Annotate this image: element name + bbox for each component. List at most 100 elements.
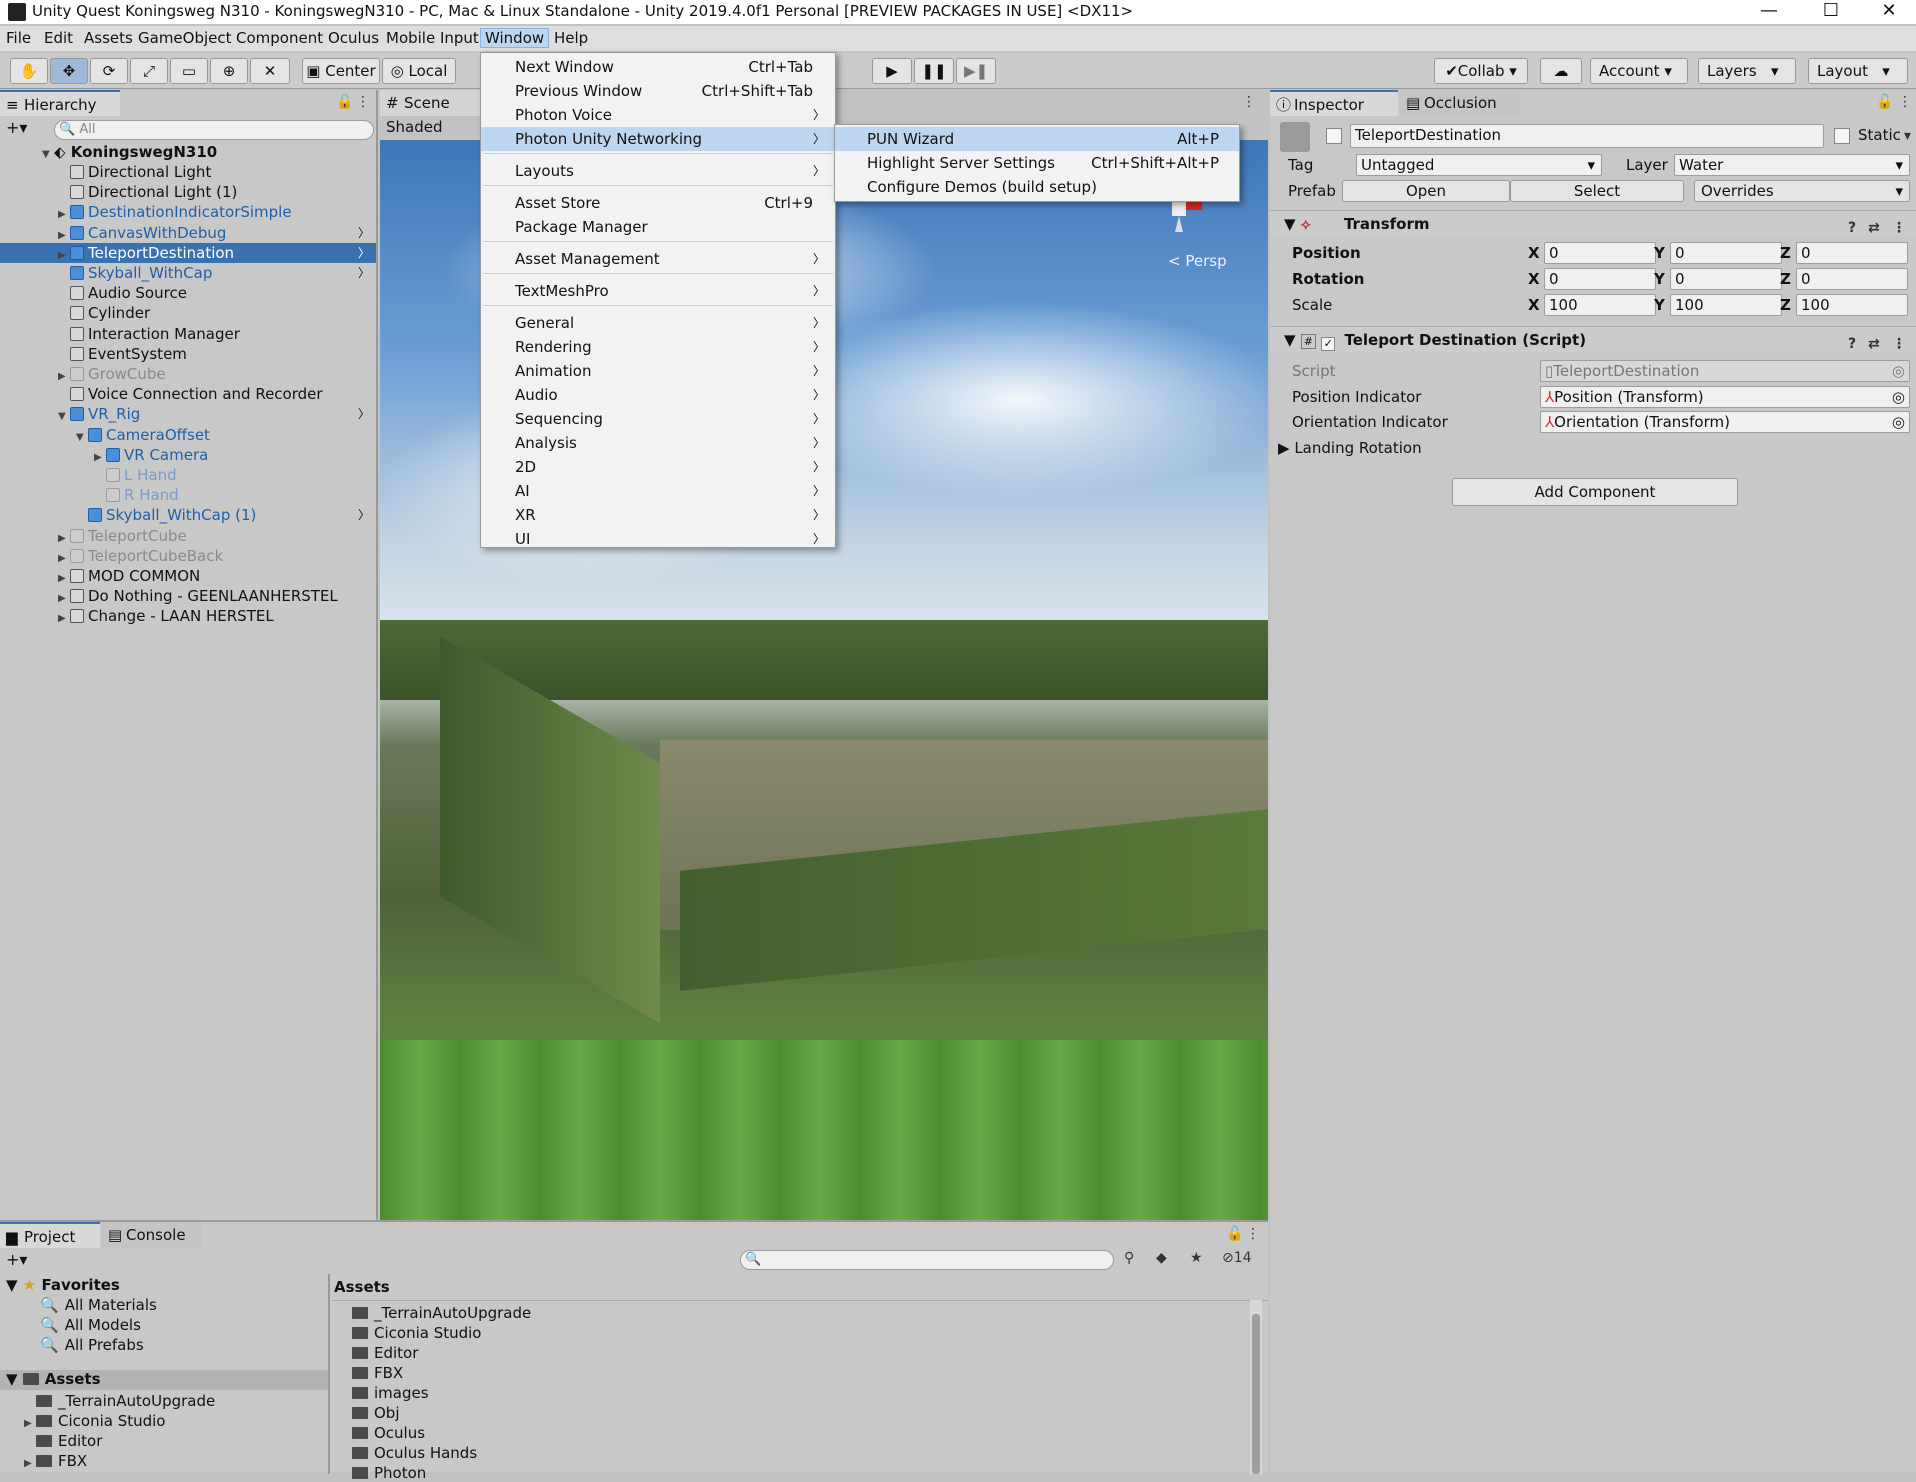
filter-type-icon[interactable]: ⚲ [1124,1250,1134,1266]
pos-z-field[interactable]: 0 [1796,242,1908,264]
move-tool-icon[interactable]: ✥ [50,58,88,84]
asset-folder-item[interactable]: FBX [352,1364,403,1382]
create-button[interactable]: +▾ [6,118,27,137]
position-indicator-field[interactable]: ⅄Position (Transform) ◎ [1540,386,1910,408]
help-icon[interactable]: ? [1848,331,1856,357]
kebab-menu-icon[interactable]: ⋮ [356,94,370,110]
assets-tree-item[interactable]: ▶ Ciconia Studio [24,1412,165,1430]
create-button[interactable]: +▾ [6,1250,27,1269]
prefab-overrides-dropdown[interactable]: Overrides ▾ [1694,180,1910,202]
scrollbar-thumb[interactable] [1252,1314,1260,1474]
pos-y-field[interactable]: 0 [1670,242,1782,264]
foldout-arrow-icon[interactable]: ▼ [1284,331,1296,349]
hierarchy-item[interactable]: Audio Source [0,283,376,303]
target-icon[interactable]: ◎ [1892,412,1905,432]
minimize-icon[interactable]: — [1746,0,1792,24]
menu-help[interactable]: Help [554,29,588,47]
pos-x-field[interactable]: 0 [1544,242,1656,264]
assets-tree-item[interactable]: _TerrainAutoUpgrade [24,1392,215,1410]
hierarchy-item[interactable]: ▶ GrowCube [0,364,376,384]
hierarchy-item[interactable]: ▶ TeleportCubeBack [0,546,376,566]
chevron-right-icon[interactable]: 〉 [358,505,370,525]
window-menu-item[interactable]: Package Manager [481,215,835,239]
window-menu-item[interactable]: General 〉 [481,311,835,335]
hierarchy-item[interactable]: R Hand [0,485,376,505]
tab-scene[interactable]: # Scene [380,90,480,116]
project-search-input[interactable]: 🔍 [740,1250,1114,1270]
scene-root[interactable]: ▼ ⬖ KoningswegN310 [0,142,376,162]
rotate-tool-icon[interactable]: ⟳ [90,58,128,84]
assets-tree-item[interactable]: ▶ FBX [24,1452,87,1470]
help-icon[interactable]: ? [1848,215,1856,241]
hierarchy-item[interactable]: Skyball_WithCap 〉 [0,263,376,283]
expand-arrow-icon[interactable]: ▶ [24,1458,36,1469]
window-menu-item[interactable]: Sequencing 〉 [481,407,835,431]
hierarchy-item[interactable]: Directional Light (1) [0,182,376,202]
menu-mobile-input[interactable]: Mobile Input [386,29,479,47]
rect-tool-icon[interactable]: ▭ [170,58,208,84]
preset-icon[interactable]: ⇄ [1868,215,1880,241]
enabled-checkbox[interactable]: ✓ [1321,337,1336,351]
scale-tool-icon[interactable]: ⤢ [130,58,168,84]
kebab-menu-icon[interactable]: ⋮ [1892,331,1906,357]
hierarchy-item[interactable]: L Hand [0,465,376,485]
menu-file[interactable]: File [6,29,31,47]
hierarchy-item[interactable]: ▶ Change - LAAN HERSTEL [0,606,376,626]
chevron-right-icon[interactable]: 〉 [358,404,370,424]
account-dropdown[interactable]: Account ▾ [1590,58,1688,84]
kebab-menu-icon[interactable]: ⋮ [1246,1226,1260,1242]
menu-gameobject[interactable]: GameObject [138,29,232,47]
window-menu-item[interactable]: UI 〉 [481,527,835,551]
step-icon[interactable]: ▶❚ [956,58,996,84]
hierarchy-search-input[interactable]: 🔍 All [54,120,374,140]
lock-icon[interactable]: 🔓 [1876,94,1893,110]
tab-occlusion[interactable]: ▤ Occlusion [1400,90,1520,116]
tab-console[interactable]: ▤ Console [102,1222,202,1248]
tab-project[interactable]: ▆ Project [0,1222,100,1248]
rot-x-field[interactable]: 0 [1544,268,1656,290]
chevron-right-icon[interactable]: 〉 [358,243,370,263]
expand-arrow-icon[interactable]: ▶ [24,1418,36,1429]
hierarchy-item[interactable]: Interaction Manager [0,324,376,344]
hierarchy-item[interactable]: ▶ MOD COMMON [0,566,376,586]
hierarchy-item[interactable]: ▶ VR Camera [0,445,376,465]
favorites-section[interactable]: ▼ ★ Favorites [6,1276,120,1294]
window-menu-item[interactable]: AI 〉 [481,479,835,503]
hierarchy-item[interactable]: ▶ CanvasWithDebug 〉 [0,223,376,243]
layers-dropdown[interactable]: Layers ▾ [1698,58,1796,84]
menu-oculus[interactable]: Oculus [328,29,379,47]
kebab-menu-icon[interactable]: ⋮ [1898,94,1912,110]
asset-folder-item[interactable]: Oculus Hands [352,1444,477,1462]
hierarchy-item[interactable]: ▶ TeleportCube [0,526,376,546]
orientation-indicator-field[interactable]: ⅄Orientation (Transform) ◎ [1540,411,1910,433]
window-menu-item[interactable]: Previous Window Ctrl+Shift+Tab [481,79,835,103]
foldout-arrow-icon[interactable]: ▼ [1284,215,1296,233]
assets-section[interactable]: ▼ Assets [0,1370,328,1390]
object-name-field[interactable]: TeleportDestination [1350,124,1824,148]
window-menu-item[interactable]: Photon Unity Networking 〉 [481,127,835,151]
add-component-button[interactable]: Add Component [1452,478,1738,506]
hierarchy-item[interactable]: ▶ TeleportDestination 〉 [0,242,376,263]
hierarchy-item[interactable]: EventSystem [0,344,376,364]
chevron-right-icon[interactable]: 〉 [358,263,370,283]
window-menu-item[interactable]: Photon Voice 〉 [481,103,835,127]
menu-assets[interactable]: Assets [84,29,133,47]
scl-z-field[interactable]: 100 [1796,294,1908,316]
gameobject-icon[interactable] [1280,122,1310,152]
menu-window[interactable]: Window [480,28,550,48]
window-menu-item[interactable]: TextMeshPro 〉 [481,279,835,303]
prefab-open-button[interactable]: Open [1342,180,1510,202]
window-menu-item[interactable]: Audio 〉 [481,383,835,407]
preset-icon[interactable]: ⇄ [1868,331,1880,357]
shading-mode-dropdown[interactable]: Shaded [386,118,443,136]
projection-label[interactable]: < Persp [1168,252,1227,270]
lock-icon[interactable]: 🔓 [1226,1226,1243,1242]
hierarchy-item[interactable]: Voice Connection and Recorder [0,384,376,404]
hierarchy-item[interactable]: ▼ CameraOffset [0,425,376,445]
window-menu-item[interactable]: XR 〉 [481,503,835,527]
window-menu-item[interactable]: Asset Store Ctrl+9 [481,191,835,215]
tab-inspector[interactable]: ⓘ Inspector [1270,90,1398,116]
window-menu-item[interactable]: Animation 〉 [481,359,835,383]
tab-hierarchy[interactable]: ≡ Hierarchy [0,90,120,116]
scl-x-field[interactable]: 100 [1544,294,1656,316]
